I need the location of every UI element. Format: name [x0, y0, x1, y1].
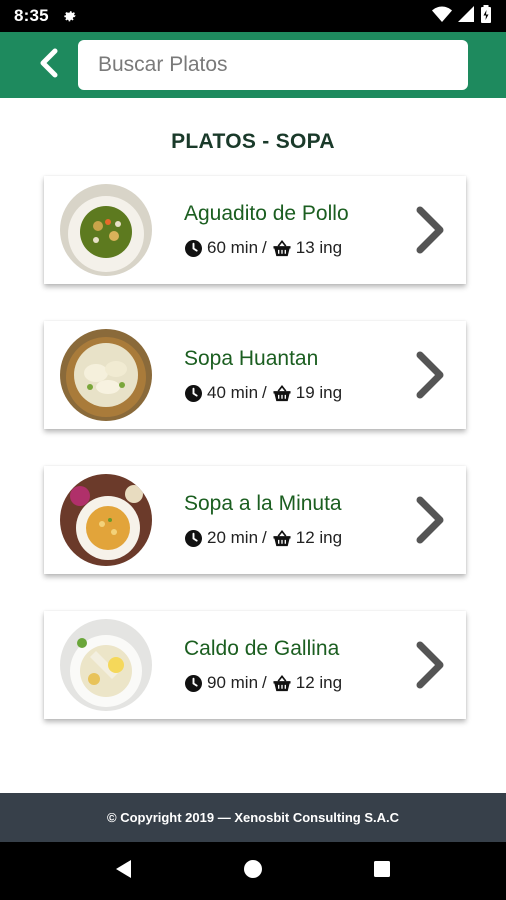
dish-name: Aguadito de Pollo	[184, 202, 349, 225]
nav-home-button[interactable]	[233, 851, 273, 891]
dish-meta: 60 min / 13 ing	[184, 238, 410, 258]
nav-recents-button[interactable]	[362, 851, 402, 891]
dish-ingredients: 12 ing	[295, 673, 343, 692]
dish-card[interactable]: Aguadito de Pollo 60 min / 13 ing	[44, 176, 466, 284]
back-triangle-icon	[114, 859, 134, 884]
clock-icon	[184, 674, 202, 692]
app-bar	[0, 32, 506, 98]
dish-card[interactable]: Caldo de Gallina 90 min / 12 ing	[44, 611, 466, 719]
search-input[interactable]	[98, 53, 448, 77]
dish-name: Caldo de Gallina	[184, 637, 340, 660]
section-title: PLATOS - SOPA	[171, 130, 335, 153]
meta-separator: /	[262, 673, 267, 692]
dish-time: 60 min	[207, 238, 259, 257]
dish-ingredients: 12 ing	[295, 528, 343, 547]
copyright-text: © Copyright 2019 — Xenosbit Consulting S…	[107, 810, 399, 825]
dish-thumbnail	[60, 184, 152, 276]
search-box[interactable]	[78, 40, 468, 90]
dish-info: Sopa Huantan 40 min / 19 ing	[184, 347, 410, 403]
chevron-right-icon[interactable]	[410, 345, 450, 405]
basket-icon	[273, 239, 291, 257]
system-nav-bar	[0, 842, 506, 900]
meta-separator: /	[262, 528, 267, 547]
dish-card[interactable]: Sopa a la Minuta 20 min / 12 ing	[44, 466, 466, 574]
dish-thumbnail	[60, 329, 152, 421]
recents-square-icon	[373, 860, 391, 883]
dish-list: Aguadito de Pollo 60 min / 13 ing Sopa H…	[44, 176, 466, 756]
basket-icon	[273, 384, 291, 402]
dish-info: Caldo de Gallina 90 min / 12 ing	[184, 637, 410, 693]
dish-name: Sopa a la Minuta	[184, 492, 342, 515]
dish-thumbnail	[60, 619, 152, 711]
chevron-right-icon[interactable]	[410, 635, 450, 695]
wifi-icon	[432, 6, 452, 27]
footer: © Copyright 2019 — Xenosbit Consulting S…	[0, 793, 506, 842]
back-button[interactable]	[36, 47, 62, 83]
dish-time: 40 min	[207, 383, 259, 402]
dish-info: Sopa a la Minuta 20 min / 12 ing	[184, 492, 410, 548]
status-icons	[432, 4, 492, 28]
dish-thumbnail	[60, 474, 152, 566]
screen: 8:35 PLATOS - SOPA	[0, 0, 506, 900]
battery-icon	[480, 4, 492, 28]
dish-meta: 90 min / 12 ing	[184, 673, 410, 693]
meta-separator: /	[262, 383, 267, 402]
signal-icon	[458, 5, 474, 27]
gear-icon	[61, 7, 79, 25]
dish-info: Aguadito de Pollo 60 min / 13 ing	[184, 202, 410, 258]
dish-time: 20 min	[207, 528, 259, 547]
clock-icon	[184, 239, 202, 257]
dish-meta: 40 min / 19 ing	[184, 383, 410, 403]
dish-ingredients: 13 ing	[295, 238, 343, 257]
chevron-right-icon[interactable]	[410, 200, 450, 260]
clock-icon	[184, 529, 202, 547]
nav-back-button[interactable]	[104, 851, 144, 891]
status-time: 8:35	[14, 6, 49, 25]
chevron-right-icon[interactable]	[410, 490, 450, 550]
dish-meta: 20 min / 12 ing	[184, 528, 410, 548]
dish-time: 90 min	[207, 673, 259, 692]
dish-card[interactable]: Sopa Huantan 40 min / 19 ing	[44, 321, 466, 429]
meta-separator: /	[262, 238, 267, 257]
dish-name: Sopa Huantan	[184, 347, 319, 370]
clock-icon	[184, 384, 202, 402]
home-circle-icon	[243, 859, 263, 884]
basket-icon	[273, 529, 291, 547]
basket-icon	[273, 674, 291, 692]
chevron-left-icon	[39, 48, 59, 83]
status-bar: 8:35	[0, 0, 506, 32]
dish-ingredients: 19 ing	[295, 383, 343, 402]
